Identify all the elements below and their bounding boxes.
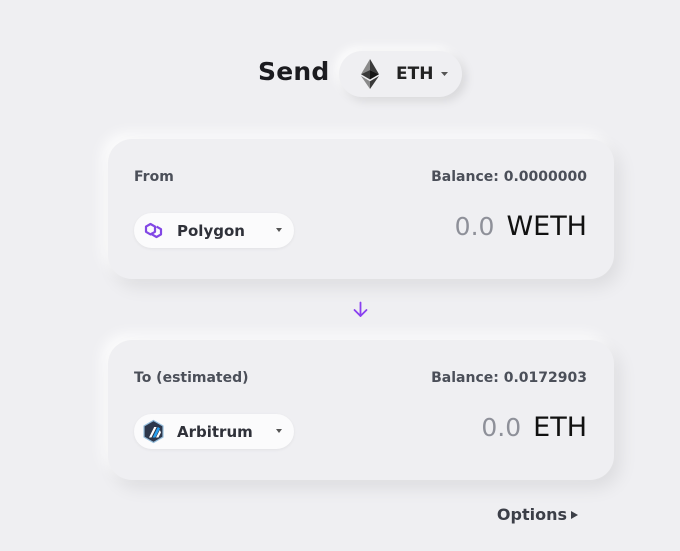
page-title: Send (258, 57, 330, 86)
caret-down-icon (276, 429, 282, 433)
from-amount-input[interactable]: 0.0 (455, 212, 495, 241)
to-unit: ETH (533, 412, 587, 443)
ethereum-icon (361, 59, 379, 89)
arrow-down-icon[interactable] (352, 301, 369, 318)
caret-down-icon (276, 228, 282, 232)
from-chain-name: Polygon (177, 221, 245, 240)
triangle-right-icon (571, 510, 578, 519)
from-amount-row: 0.0 WETH (455, 211, 587, 242)
to-chain-select[interactable]: Arbitrum (134, 414, 294, 449)
caret-down-icon (441, 72, 449, 76)
to-balance: Balance: 0.0172903 (431, 370, 587, 386)
arbitrum-icon (143, 419, 164, 444)
options-toggle[interactable]: Options (497, 505, 578, 524)
token-select[interactable]: ETH (339, 51, 462, 97)
to-chain-name: Arbitrum (177, 422, 253, 441)
from-chain-select[interactable]: Polygon (134, 213, 294, 248)
to-card: To (estimated) Balance: 0.0172903 Arbitr… (108, 340, 614, 480)
from-card: From Balance: 0.0000000 Polygon 0.0 WETH (108, 139, 614, 279)
to-amount-row: 0.0 ETH (481, 412, 587, 443)
options-label: Options (496, 505, 567, 524)
from-label: From (134, 169, 174, 185)
bridge-page: Send ETH From Balance: 0.0000000 Polygon… (0, 0, 680, 551)
from-balance: Balance: 0.0000000 (431, 169, 587, 185)
token-symbol: ETH (396, 64, 434, 84)
to-label: To (estimated) (134, 370, 249, 386)
from-unit: WETH (506, 211, 587, 242)
polygon-icon (144, 222, 163, 239)
to-amount-value: 0.0 (481, 413, 522, 442)
